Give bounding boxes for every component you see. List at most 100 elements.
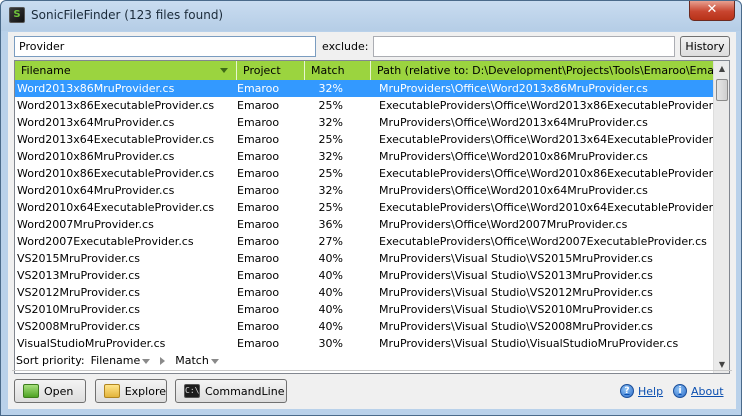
cell-project: Emaroo (237, 337, 280, 350)
cell-match: 40% (318, 269, 343, 282)
cell-project: Emaroo (237, 184, 280, 197)
table-row[interactable]: Word2010x64ExecutableProvider.cs Emaroo 25… (15, 199, 713, 216)
cell-match: 25% (318, 99, 343, 112)
client-area: exclude: History Filename Project Match … (8, 32, 736, 409)
cell-path: ExecutableProviders\Office\Word2010x64Ex… (379, 201, 713, 214)
cell-project: Emaroo (237, 235, 280, 248)
cell-match: 40% (318, 303, 343, 316)
chevron-down-icon (210, 359, 219, 364)
cell-filename: Word2007ExecutableProvider.cs (17, 235, 194, 248)
sort-priority-label: Sort priority: (16, 354, 85, 367)
column-header-match[interactable]: Match (305, 61, 371, 80)
commandline-button[interactable]: C:\ CommandLine (175, 379, 287, 403)
table-row[interactable]: Word2007MruProvider.cs Emaroo 36% MruProvid… (15, 216, 713, 233)
column-header-label: Filename (21, 64, 71, 77)
cell-match: 40% (318, 252, 343, 265)
column-header-path[interactable]: Path (relative to: D:\Development\Projec… (371, 61, 713, 80)
table-row[interactable]: VisualStudioMruProvider.cs Emaroo 30% MruPr… (15, 335, 713, 352)
cell-match: 25% (318, 133, 343, 146)
sort-second-dropdown[interactable]: Match (175, 354, 219, 367)
cell-filename: Word2010x64ExecutableProvider.cs (17, 201, 215, 214)
cell-filename: Word2013x86MruProvider.cs (17, 82, 175, 95)
cell-match: 30% (318, 337, 343, 350)
cell-project: Emaroo (237, 320, 280, 333)
cell-project: Emaroo (237, 269, 280, 282)
sort-first-dropdown[interactable]: Filename (91, 354, 151, 367)
help-link[interactable]: ? Help (620, 384, 663, 398)
help-label: Help (638, 384, 664, 398)
sort-descending-icon (220, 68, 228, 73)
cell-filename: VS2010MruProvider.cs (17, 303, 141, 316)
app-window: S SonicFileFinder (123 files found) ✕ ex… (0, 0, 742, 416)
table-row[interactable]: VS2008MruProvider.cs Emaroo 40% MruProvider… (15, 318, 713, 335)
cell-match: 27% (318, 235, 343, 248)
table-row[interactable]: Word2010x64MruProvider.cs Emaroo 32% MruPro… (15, 182, 713, 199)
cell-path: MruProviders\Visual Studio\VS2012MruProv… (379, 286, 653, 299)
sort-first-value: Filename (90, 354, 141, 367)
cell-filename: VS2008MruProvider.cs (17, 320, 141, 333)
cell-filename: Word2007MruProvider.cs (17, 218, 154, 231)
open-button[interactable]: Open (14, 379, 86, 403)
cell-path: ExecutableProviders\Office\Word2013x64Ex… (379, 133, 713, 146)
cell-path: ExecutableProviders\Office\Word2013x86Ex… (379, 99, 713, 112)
results-grid: Filename Project Match Path (relative to… (14, 60, 730, 374)
vertical-scrollbar[interactable]: ▲ ▼ (713, 61, 729, 373)
terminal-icon: C:\ (184, 384, 200, 398)
info-icon: i (673, 384, 687, 398)
table-row[interactable]: Word2013x86MruProvider.cs Emaroo 32% MruPro… (15, 80, 713, 97)
search-input[interactable] (14, 36, 316, 57)
cell-project: Emaroo (237, 82, 280, 95)
cell-filename: VisualStudioMruProvider.cs (17, 337, 166, 350)
history-button[interactable]: History (680, 36, 730, 57)
cell-path: MruProviders\Visual Studio\VS2013MruProv… (379, 269, 653, 282)
column-header-filename[interactable]: Filename (15, 61, 237, 80)
title-bar[interactable]: S SonicFileFinder (123 files found) ✕ (1, 1, 741, 31)
table-row[interactable]: Word2013x64ExecutableProvider.cs Emaroo 25… (15, 131, 713, 148)
cell-project: Emaroo (237, 286, 280, 299)
scroll-thumb[interactable] (716, 79, 728, 101)
cell-path: MruProviders\Visual Studio\VS2015MruProv… (379, 252, 653, 265)
table-row[interactable]: VS2013MruProvider.cs Emaroo 40% MruProvider… (15, 267, 713, 284)
sort-second-value: Match (175, 354, 209, 367)
column-header-project[interactable]: Project (237, 61, 305, 80)
commandline-label: CommandLine (205, 384, 285, 398)
cell-project: Emaroo (237, 252, 280, 265)
table-row[interactable]: Word2010x86ExecutableProvider.cs Emaroo 25… (15, 165, 713, 182)
table-row[interactable]: Word2013x86ExecutableProvider.cs Emaroo 25… (15, 97, 713, 114)
close-button[interactable]: ✕ (689, 1, 735, 21)
cell-project: Emaroo (237, 167, 280, 180)
cell-project: Emaroo (237, 99, 280, 112)
divider (12, 370, 732, 371)
cell-match: 40% (318, 320, 343, 333)
cell-filename: VS2015MruProvider.cs (17, 252, 141, 265)
grid-rows: Word2013x86MruProvider.cs Emaroo 32% MruPro… (15, 80, 713, 352)
table-row[interactable]: Word2010x86MruProvider.cs Emaroo 32% MruPro… (15, 148, 713, 165)
cell-path: MruProviders\Office\Word2010x86MruProvid… (379, 150, 648, 163)
cell-path: MruProviders\Visual Studio\VS2008MruProv… (379, 320, 653, 333)
sort-priority-bar: Sort priority: Filename Match (16, 354, 219, 367)
exclude-input[interactable] (373, 36, 675, 57)
cell-match: 32% (318, 116, 343, 129)
cell-match: 32% (318, 82, 343, 95)
cell-filename: VS2012MruProvider.cs (17, 286, 141, 299)
table-row[interactable]: Word2013x64MruProvider.cs Emaroo 32% MruPro… (15, 114, 713, 131)
table-row[interactable]: VS2010MruProvider.cs Emaroo 40% MruProvider… (15, 301, 713, 318)
table-row[interactable]: Word2007ExecutableProvider.cs Emaroo 27% Ex… (15, 233, 713, 250)
explore-button[interactable]: Explore (95, 379, 167, 403)
cell-filename: VS2013MruProvider.cs (17, 269, 141, 282)
table-row[interactable]: VS2012MruProvider.cs Emaroo 40% MruProvider… (15, 284, 713, 301)
cell-project: Emaroo (237, 133, 280, 146)
cell-filename: Word2010x64MruProvider.cs (17, 184, 175, 197)
chevron-right-icon (160, 356, 166, 365)
exclude-label: exclude: (322, 40, 369, 53)
cell-match: 25% (318, 201, 343, 214)
cell-match: 32% (318, 150, 343, 163)
about-link[interactable]: i About (673, 384, 724, 398)
table-row[interactable]: VS2015MruProvider.cs Emaroo 40% MruProvider… (15, 250, 713, 267)
explore-label: Explore (124, 384, 166, 398)
scroll-up-icon[interactable]: ▲ (714, 61, 729, 77)
cell-path: MruProviders\Office\Word2013x64MruProvid… (379, 116, 648, 129)
cell-filename: Word2010x86MruProvider.cs (17, 150, 175, 163)
cell-path: MruProviders\Visual Studio\VisualStudioM… (379, 337, 679, 350)
cell-path: MruProviders\Office\Word2010x64MruProvid… (379, 184, 648, 197)
